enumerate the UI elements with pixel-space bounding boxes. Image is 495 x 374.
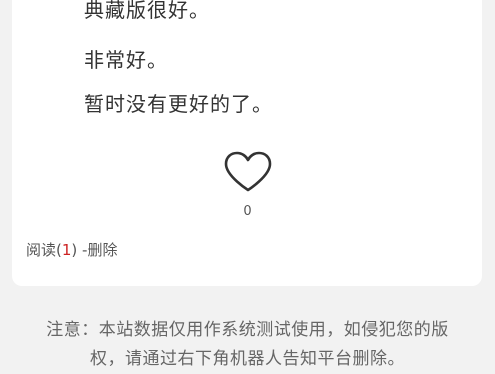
- notice-line: 注意：本站数据仅用作系统测试使用，如侵犯您的版: [46, 320, 449, 340]
- like-count: 0: [243, 204, 252, 219]
- post-text-line: 非常好。: [84, 48, 168, 72]
- delete-link[interactable]: -删除: [77, 241, 117, 259]
- disclaimer-notice: 注意：本站数据仅用作系统测试使用，如侵犯您的版 权，请通过右下角机器人告知平台删…: [0, 316, 495, 374]
- heart-outline-icon: [224, 151, 272, 192]
- post-meta: 阅读(1) -删除: [26, 239, 117, 260]
- read-count: 1: [61, 241, 72, 259]
- post-text-line: 暂时没有更好的了。: [84, 92, 273, 116]
- like-button[interactable]: [222, 150, 274, 194]
- post-text-line: 典藏版很好。: [84, 0, 210, 22]
- read-label: 阅读: [26, 241, 57, 259]
